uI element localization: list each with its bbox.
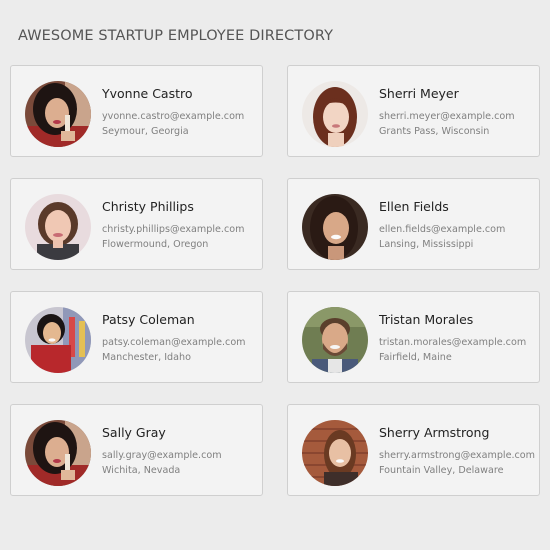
employee-card[interactable]: Ellen Fields ellen.fields@example.com La…	[287, 178, 540, 270]
employee-info: Sherry Armstrong sherry.armstrong@exampl…	[379, 425, 537, 478]
woman-portrait-icon	[25, 81, 91, 147]
employee-info: Christy Phillips christy.phillips@exampl…	[102, 199, 260, 252]
man-portrait-icon	[302, 307, 368, 373]
employee-email: sherri.meyer@example.com	[379, 111, 515, 122]
woman-portrait-icon	[25, 307, 91, 373]
employee-info: Sherri Meyer sherri.meyer@example.com Gr…	[379, 86, 537, 139]
woman-portrait-icon	[302, 420, 368, 486]
employee-name: Sally Gray	[102, 425, 166, 440]
employee-info: Patsy Coleman patsy.coleman@example.com …	[102, 312, 260, 365]
employee-info: Sally Gray sally.gray@example.com Wichit…	[102, 425, 260, 478]
employee-location: Seymour, Georgia	[102, 126, 189, 137]
employee-name: Tristan Morales	[379, 312, 474, 327]
employee-card[interactable]: Christy Phillips christy.phillips@exampl…	[10, 178, 263, 270]
employee-location: Fairfield, Maine	[379, 352, 452, 363]
employee-email: yvonne.castro@example.com	[102, 111, 245, 122]
page-title: AWESOME STARTUP EMPLOYEE DIRECTORY	[18, 28, 334, 44]
employee-email: patsy.coleman@example.com	[102, 337, 246, 348]
employee-name: Patsy Coleman	[102, 312, 195, 327]
woman-portrait-icon	[25, 420, 91, 486]
employee-name: Sherri Meyer	[379, 86, 459, 101]
employee-location: Flowermound, Oregon	[102, 239, 209, 250]
woman-portrait-icon	[302, 81, 368, 147]
employee-email: ellen.fields@example.com	[379, 224, 506, 235]
employee-location: Grants Pass, Wisconsin	[379, 126, 490, 137]
employee-card[interactable]: Tristan Morales tristan.morales@example.…	[287, 291, 540, 383]
woman-portrait-icon	[302, 194, 368, 260]
employee-name: Ellen Fields	[379, 199, 449, 214]
employee-name: Sherry Armstrong	[379, 425, 490, 440]
employee-email: sherry.armstrong@example.com	[379, 450, 536, 461]
employee-location: Manchester, Idaho	[102, 352, 191, 363]
employee-name: Christy Phillips	[102, 199, 194, 214]
employee-email: christy.phillips@example.com	[102, 224, 245, 235]
employee-directory-page: AWESOME STARTUP EMPLOYEE DIRECTORY Yvonn…	[0, 0, 550, 550]
employee-card[interactable]: Sherry Armstrong sherry.armstrong@exampl…	[287, 404, 540, 496]
employee-email: tristan.morales@example.com	[379, 337, 527, 348]
employee-card[interactable]: Sally Gray sally.gray@example.com Wichit…	[10, 404, 263, 496]
employee-card[interactable]: Yvonne Castro yvonne.castro@example.com …	[10, 65, 263, 157]
employee-location: Fountain Valley, Delaware	[379, 465, 504, 476]
employee-email: sally.gray@example.com	[102, 450, 222, 461]
employee-location: Lansing, Mississippi	[379, 239, 474, 250]
employee-info: Yvonne Castro yvonne.castro@example.com …	[102, 86, 260, 139]
employee-info: Tristan Morales tristan.morales@example.…	[379, 312, 537, 365]
employee-grid: Yvonne Castro yvonne.castro@example.com …	[10, 65, 540, 496]
employee-info: Ellen Fields ellen.fields@example.com La…	[379, 199, 537, 252]
employee-card[interactable]: Patsy Coleman patsy.coleman@example.com …	[10, 291, 263, 383]
employee-location: Wichita, Nevada	[102, 465, 181, 476]
employee-card[interactable]: Sherri Meyer sherri.meyer@example.com Gr…	[287, 65, 540, 157]
employee-name: Yvonne Castro	[102, 86, 193, 101]
woman-portrait-icon	[25, 194, 91, 260]
